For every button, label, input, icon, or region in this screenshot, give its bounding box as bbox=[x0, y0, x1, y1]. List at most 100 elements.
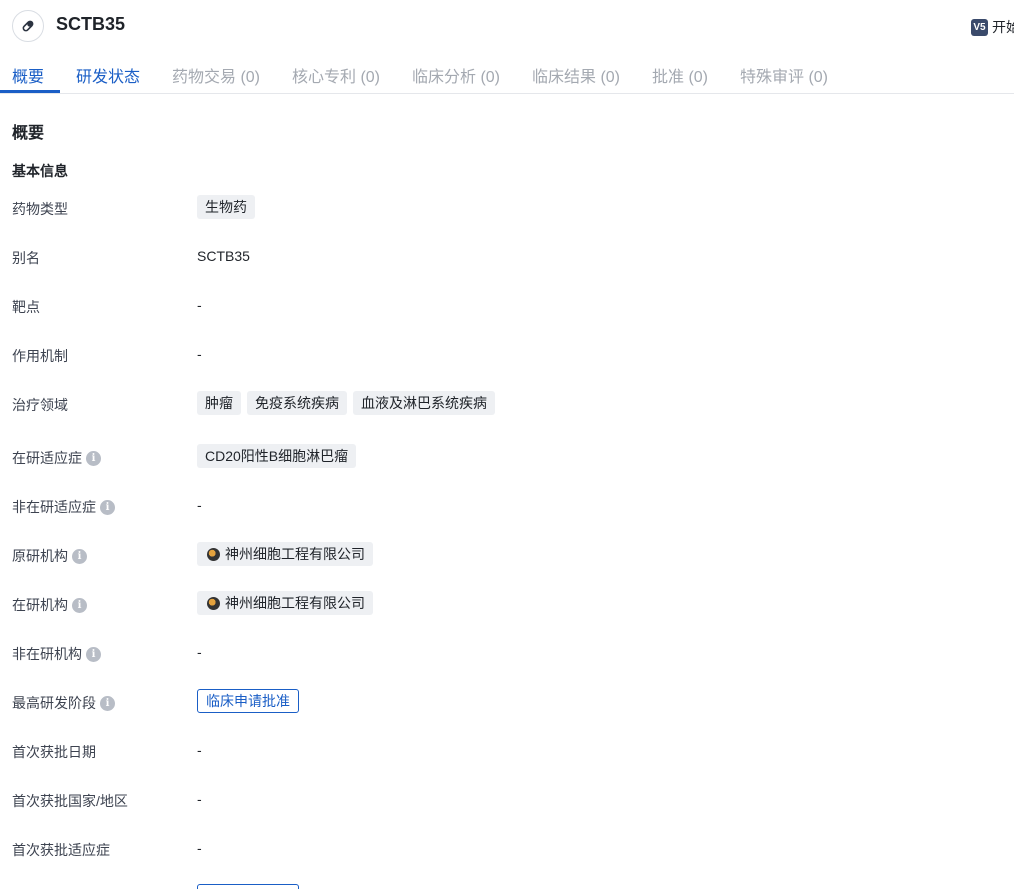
org-logo-icon bbox=[207, 547, 220, 561]
info-icon[interactable]: i bbox=[86, 646, 101, 662]
row-first-approval-country: 首次获批国家/地区 - bbox=[0, 786, 1014, 812]
tab-clinical-results[interactable]: 临床结果 (0) bbox=[532, 63, 620, 87]
row-label: 原研机构 i bbox=[12, 546, 87, 566]
section-title: 概要 bbox=[12, 125, 45, 142]
first-approval-country-value: - bbox=[197, 791, 202, 807]
row-label: 别名 bbox=[12, 248, 40, 268]
tab-approvals[interactable]: 批准 (0) bbox=[652, 63, 708, 87]
info-icon[interactable]: i bbox=[72, 548, 87, 564]
info-icon[interactable]: i bbox=[100, 499, 115, 515]
active-tab-indicator bbox=[0, 90, 60, 93]
row-label: 在研适应症 i bbox=[12, 448, 101, 468]
tab-clinical-analysis[interactable]: 临床分析 (0) bbox=[412, 63, 500, 87]
pill-icon bbox=[12, 10, 44, 42]
target-value: - bbox=[197, 297, 202, 313]
row-first-approval-indication: 首次获批适应症 - bbox=[0, 835, 1014, 861]
basic-info-title: 基本信息 bbox=[12, 163, 68, 179]
row-label-text: 药物类型 bbox=[12, 201, 68, 217]
info-icon[interactable]: i bbox=[86, 450, 101, 466]
row-value: - bbox=[197, 292, 202, 318]
row-value: 临床申请批准 bbox=[197, 688, 299, 714]
tab-rd-status[interactable]: 研发状态 bbox=[76, 63, 140, 87]
row-value: - bbox=[197, 737, 202, 763]
ai-badge-icon: V5 bbox=[971, 18, 988, 36]
row-label-text: 最高研发阶段 bbox=[12, 695, 96, 711]
row-label: 首次获批国家/地区 bbox=[12, 791, 128, 811]
row-label: 在研机构 i bbox=[12, 595, 87, 615]
org-name: 神州细胞工程有限公司 bbox=[225, 546, 365, 562]
row-label-text: 治疗领域 bbox=[12, 397, 68, 413]
row-active-indication: 在研适应症 i CD20阳性B细胞淋巴瘤 bbox=[0, 443, 1014, 469]
row-label-text: 首次获批日期 bbox=[12, 744, 96, 760]
row-label-text: 原研机构 bbox=[12, 548, 68, 564]
row-target: 靶点 - bbox=[0, 292, 1014, 318]
row-value: - bbox=[197, 341, 202, 367]
mechanism-value: - bbox=[197, 346, 202, 362]
row-first-approval-date: 首次获批日期 - bbox=[0, 737, 1014, 763]
row-label: 首次获批日期 bbox=[12, 742, 96, 762]
row-value: - bbox=[197, 639, 202, 665]
phase-badge[interactable]: 临床申请批准 bbox=[197, 689, 299, 713]
row-active-org: 在研机构 i 神州细胞工程有限公司 bbox=[0, 590, 1014, 616]
row-label: 首次获批适应症 bbox=[12, 840, 110, 860]
alias-value: SCTB35 bbox=[197, 248, 250, 264]
row-mechanism: 作用机制 - bbox=[0, 341, 1014, 367]
row-alias: 别名 SCTB35 bbox=[0, 243, 1014, 269]
therapeutic-area-tag[interactable]: 免疫系统疾病 bbox=[247, 391, 347, 415]
row-label-text: 靶点 bbox=[12, 299, 40, 315]
row-value: 肿瘤 免疫系统疾病 血液及淋巴系统疾病 bbox=[197, 390, 495, 416]
row-value: 生物药 bbox=[197, 194, 255, 220]
row-label-text: 在研机构 bbox=[12, 597, 68, 613]
row-label-text: 非在研机构 bbox=[12, 646, 82, 662]
row-label: 靶点 bbox=[12, 297, 40, 317]
row-value: SCTB35 bbox=[197, 243, 250, 269]
row-label-text: 别名 bbox=[12, 250, 40, 266]
partial-stage-badge bbox=[197, 884, 299, 889]
inactive-org-value: - bbox=[197, 644, 202, 660]
row-value: 神州细胞工程有限公司 bbox=[197, 590, 373, 616]
page-header: SCTB35 V5 开始 bbox=[0, 0, 1014, 52]
row-label-text: 非在研适应症 bbox=[12, 499, 96, 515]
info-icon[interactable]: i bbox=[72, 597, 87, 613]
row-value: CD20阳性B细胞淋巴瘤 bbox=[197, 443, 357, 469]
indication-tag[interactable]: CD20阳性B细胞淋巴瘤 bbox=[197, 444, 357, 468]
first-approval-date-value: - bbox=[197, 742, 202, 758]
inactive-indication-value: - bbox=[197, 497, 202, 513]
ai-assistant-label: 开始 bbox=[992, 19, 1014, 35]
row-value: - bbox=[197, 835, 202, 861]
row-label: 治疗领域 bbox=[12, 395, 68, 415]
therapeutic-area-tag[interactable]: 血液及淋巴系统疾病 bbox=[353, 391, 495, 415]
tab-overview[interactable]: 概要 bbox=[12, 63, 44, 87]
row-label-text: 作用机制 bbox=[12, 348, 68, 364]
tab-special-review[interactable]: 特殊审评 (0) bbox=[740, 63, 828, 87]
therapeutic-area-tag[interactable]: 肿瘤 bbox=[197, 391, 241, 415]
org-logo-icon bbox=[207, 596, 220, 610]
originator-org-tag[interactable]: 神州细胞工程有限公司 bbox=[197, 542, 373, 566]
row-value: - bbox=[197, 492, 202, 518]
row-value: 神州细胞工程有限公司 bbox=[197, 541, 373, 567]
page-title: SCTB35 bbox=[56, 14, 126, 34]
row-label-text: 首次获批适应症 bbox=[12, 842, 110, 858]
row-drug-type: 药物类型 生物药 bbox=[0, 194, 1014, 220]
row-label: 非在研适应症 i bbox=[12, 497, 115, 517]
row-therapeutic-area: 治疗领域 肿瘤 免疫系统疾病 血液及淋巴系统疾病 bbox=[0, 390, 1014, 416]
row-label: 药物类型 bbox=[12, 199, 68, 219]
row-highest-phase: 最高研发阶段 i 临床申请批准 bbox=[0, 688, 1014, 714]
row-label: 作用机制 bbox=[12, 346, 68, 366]
tab-core-patents[interactable]: 核心专利 (0) bbox=[292, 63, 380, 87]
tab-drug-deals[interactable]: 药物交易 (0) bbox=[172, 63, 260, 87]
row-label: 非在研机构 i bbox=[12, 644, 101, 664]
tab-bar: 概要 研发状态 药物交易 (0) 核心专利 (0) 临床分析 (0) 临床结果 … bbox=[0, 52, 1014, 94]
ai-assistant-button[interactable]: V5 开始 bbox=[971, 17, 1014, 37]
info-icon[interactable]: i bbox=[100, 695, 115, 711]
active-org-tag[interactable]: 神州细胞工程有限公司 bbox=[197, 591, 373, 615]
row-label-text: 首次获批国家/地区 bbox=[12, 793, 128, 809]
row-inactive-org: 非在研机构 i - bbox=[0, 639, 1014, 665]
org-name: 神州细胞工程有限公司 bbox=[225, 595, 365, 611]
row-inactive-indication: 非在研适应症 i - bbox=[0, 492, 1014, 518]
drug-type-tag[interactable]: 生物药 bbox=[197, 195, 255, 219]
row-originator: 原研机构 i 神州细胞工程有限公司 bbox=[0, 541, 1014, 567]
row-label-text: 在研适应症 bbox=[12, 450, 82, 466]
first-approval-indication-value: - bbox=[197, 840, 202, 856]
row-label: 最高研发阶段 i bbox=[12, 693, 115, 713]
